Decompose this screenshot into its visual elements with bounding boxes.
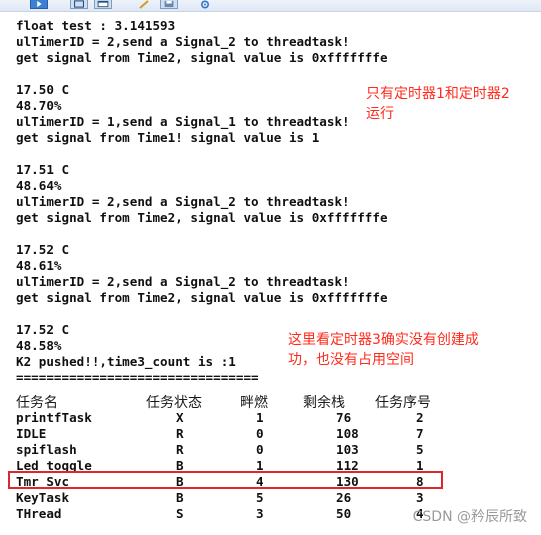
- task-priority: 0: [256, 426, 264, 441]
- task-state: R: [176, 442, 184, 457]
- log-line: get signal from Time2, signal value is 0…: [16, 210, 388, 225]
- task-stack: 76: [336, 410, 352, 425]
- highlight-box-tmr-svc: [8, 471, 443, 489]
- task-name: THread: [16, 506, 62, 521]
- watermark: CSDN @矜辰所致: [412, 509, 527, 525]
- window-icon[interactable]: [94, 0, 112, 9]
- log-line: float test : 3.141593: [16, 18, 176, 33]
- annotation-text: 只有定时器1和定时器2: [366, 86, 510, 102]
- log-line: 48.70%: [16, 98, 62, 113]
- log-line: 17.52 C: [16, 242, 70, 257]
- log-line: 48.64%: [16, 178, 62, 193]
- task-priority: 5: [256, 490, 264, 505]
- task-table-header: 任务名 任务状态 畔燃 剩余栈 任务序号: [16, 392, 536, 411]
- table-row: printfTask X 1 76 2: [16, 410, 536, 426]
- log-line: 48.61%: [16, 258, 62, 273]
- task-number: 5: [416, 442, 424, 457]
- toolbar: [0, 0, 541, 12]
- log-line: get signal from Time2, signal value is 0…: [16, 50, 388, 65]
- log-line: 17.52 C: [16, 322, 70, 337]
- task-stack: 50: [336, 506, 352, 521]
- column-header: 畔燃: [240, 395, 268, 411]
- task-name: printfTask: [16, 410, 92, 425]
- log-line: 17.50 C: [16, 82, 70, 97]
- task-priority: 0: [256, 442, 264, 457]
- task-stack: 108: [336, 426, 359, 441]
- task-stack: 103: [336, 442, 359, 457]
- task-state: S: [176, 506, 184, 521]
- task-priority: 3: [256, 506, 264, 521]
- table-row: spiflash R 0 103 5: [16, 442, 536, 458]
- play-icon[interactable]: [30, 0, 48, 9]
- gear-icon[interactable]: [196, 0, 214, 9]
- log-line: ulTimerID = 2,send a Signal_2 to threadt…: [16, 34, 350, 49]
- column-header: 剩余栈: [303, 395, 345, 411]
- task-number: 2: [416, 410, 424, 425]
- log-line: ulTimerID = 1,send a Signal_1 to threadt…: [16, 114, 350, 129]
- task-state: R: [176, 426, 184, 441]
- save-icon[interactable]: [160, 0, 178, 9]
- task-stack: 26: [336, 490, 352, 505]
- task-priority: 1: [256, 410, 264, 425]
- task-state: X: [176, 410, 184, 425]
- separator-line: ================================: [16, 370, 259, 385]
- column-header: 任务状态: [146, 395, 202, 411]
- pencil-icon[interactable]: [136, 0, 154, 9]
- annotation-text: 运行: [366, 106, 394, 122]
- task-name: KeyTask: [16, 490, 70, 505]
- task-number: 3: [416, 490, 424, 505]
- annotation-text: 功，也没有占用空间: [288, 352, 414, 368]
- task-state: B: [176, 490, 184, 505]
- table-row: IDLE R 0 108 7: [16, 426, 536, 442]
- log-line: ulTimerID = 2,send a Signal_2 to threadt…: [16, 194, 350, 209]
- log-line: 17.51 C: [16, 162, 70, 177]
- log-line: get signal from Time2, signal value is 0…: [16, 290, 388, 305]
- column-header: 任务名: [16, 395, 58, 411]
- log-line: K2 pushed!!,time3_count is :1: [16, 354, 236, 369]
- task-name: IDLE: [16, 426, 47, 441]
- log-line: 48.58%: [16, 338, 62, 353]
- annotation-note-timers: 只有定时器1和定时器2 运行: [366, 84, 510, 124]
- log-line: ulTimerID = 2,send a Signal_2 to threadt…: [16, 274, 350, 289]
- annotation-note-timer3: 这里看定时器3确实没有创建成 功，也没有占用空间: [288, 330, 479, 370]
- task-number: 7: [416, 426, 424, 441]
- table-row: KeyTask B 5 26 3: [16, 490, 536, 506]
- column-header: 任务序号: [375, 395, 431, 411]
- task-name: spiflash: [16, 442, 77, 457]
- panel-icon[interactable]: [70, 0, 88, 9]
- log-line: get signal from Time1! signal value is 1: [16, 130, 320, 145]
- annotation-text: 这里看定时器3确实没有创建成: [288, 332, 479, 348]
